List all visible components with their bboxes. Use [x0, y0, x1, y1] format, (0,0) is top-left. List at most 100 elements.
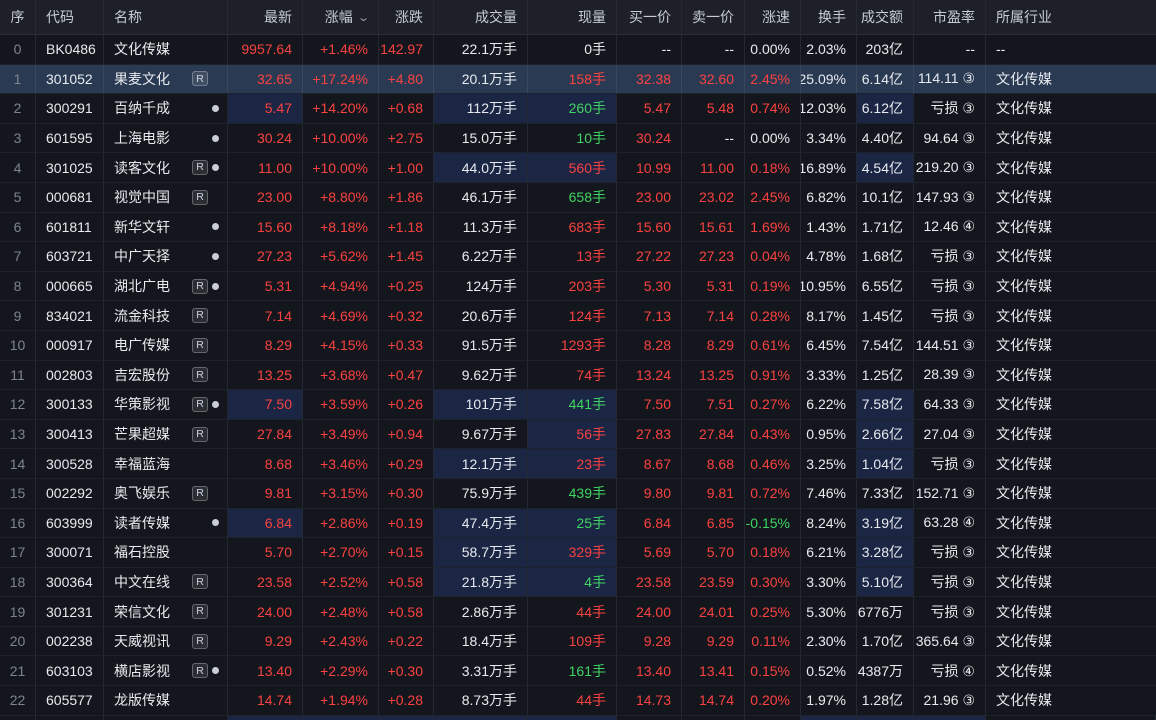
cell-value: 7.50: [644, 396, 671, 412]
cell-speed: -0.15%: [745, 509, 801, 538]
stock-row[interactable]: 3601595上海电影30.24+10.00%+2.7515.0万手10手30.…: [0, 124, 1156, 154]
column-header-name[interactable]: 名称: [104, 0, 228, 34]
cell-ind: 文化传媒: [986, 449, 1156, 478]
stock-row[interactable]: 2300291百纳千成5.47+14.20%+0.68112万手260手5.47…: [0, 94, 1156, 124]
cell-value: 1.70亿: [862, 631, 903, 651]
column-header-vol[interactable]: 成交量: [434, 0, 528, 34]
cell-pct: +4.15%: [303, 331, 379, 360]
stock-row[interactable]: 13300413芒果超媒R27.84+3.49%+0.949.67万手56手27…: [0, 420, 1156, 450]
cell-value: 0.25%: [750, 604, 790, 620]
cell-ask: --: [682, 124, 745, 153]
column-header-seq[interactable]: 序: [0, 0, 36, 34]
stock-row[interactable]: 22605577龙版传媒14.74+1.94%+0.288.73万手44手14.…: [0, 686, 1156, 716]
cell-value: 603721: [46, 248, 93, 264]
cell-ind: 文化传媒: [986, 568, 1156, 597]
column-header-speed[interactable]: 涨速: [745, 0, 801, 34]
stock-row[interactable]: 17300071福石控股5.70+2.70%+0.1558.7万手329手5.6…: [0, 538, 1156, 568]
cell-value: 0.04%: [750, 248, 790, 264]
cell-value: +4.94%: [320, 278, 368, 294]
cell-pct: +8.18%: [303, 213, 379, 242]
cell-value: 文化传媒: [996, 217, 1052, 237]
cell-amount: 1.68亿: [857, 242, 914, 271]
cell-latest: 23.00: [228, 183, 303, 212]
cell-code: 301025: [36, 153, 104, 182]
cell-value: 27.84: [699, 426, 734, 442]
column-header-code[interactable]: 代码: [36, 0, 104, 34]
cell-chg: +0.30: [379, 479, 434, 508]
stock-row[interactable]: 10000917电广传媒R8.29+4.15%+0.3391.5万手1293手8…: [0, 331, 1156, 361]
cell-value: +1.46%: [320, 41, 368, 57]
cell-value: 9.29: [265, 633, 292, 649]
stock-row[interactable]: 21603103横店影视R13.40+2.29%+0.303.31万手161手1…: [0, 656, 1156, 686]
cell-value: 300291: [46, 100, 93, 116]
cell-ind: 文化传媒: [986, 213, 1156, 242]
cell-value: 3.25%: [806, 456, 846, 472]
partial-cell-bid: [617, 716, 682, 720]
cell-value: 8.29: [707, 337, 734, 353]
cell-speed: 0.72%: [745, 479, 801, 508]
margin-trading-r-icon: R: [192, 190, 208, 205]
cell-code: 002238: [36, 627, 104, 656]
cell-pe: 亏损 ③: [914, 272, 986, 301]
stock-row[interactable]: 11002803吉宏股份R13.25+3.68%+0.479.62万手74手13…: [0, 361, 1156, 391]
stock-row[interactable]: 19301231荣信文化R24.00+2.48%+0.582.86万手44手24…: [0, 597, 1156, 627]
cell-value: 114.11 ③: [918, 70, 975, 87]
cell-value: +5.62%: [320, 248, 368, 264]
cell-name: 上海电影: [104, 124, 228, 153]
cell-chg: +1.86: [379, 183, 434, 212]
stock-row[interactable]: 7603721中广天择27.23+5.62%+1.456.22万手13手27.2…: [0, 242, 1156, 272]
column-header-bid[interactable]: 买一价: [617, 0, 682, 34]
column-header-ask[interactable]: 卖一价: [682, 0, 745, 34]
stock-row[interactable]: 18300364中文在线R23.58+2.52%+0.5821.8万手4手23.…: [0, 568, 1156, 598]
column-header-chg[interactable]: 涨跌: [379, 0, 434, 34]
stock-row[interactable]: 12300133华策影视R7.50+3.59%+0.26101万手441手7.5…: [0, 390, 1156, 420]
cell-value: 0.27%: [750, 396, 790, 412]
column-header-turn[interactable]: 换手: [801, 0, 857, 34]
cell-value: 文化传媒: [996, 158, 1052, 178]
cell-ask: 5.70: [682, 538, 745, 567]
column-header-amount[interactable]: 成交额: [857, 0, 914, 34]
cell-bid: 9.80: [617, 479, 682, 508]
cell-name: 新华文轩: [104, 213, 228, 242]
stock-row[interactable]: 8000665湖北广电R5.31+4.94%+0.25124万手203手5.30…: [0, 272, 1156, 302]
cell-value: 0.52%: [806, 663, 846, 679]
cell-code: 601595: [36, 124, 104, 153]
cell-value: 7.14: [707, 308, 734, 324]
cell-value: 0.95%: [806, 426, 846, 442]
cell-name: 福石控股: [104, 538, 228, 567]
column-header-label: 涨幅: [325, 7, 353, 27]
cell-ind: 文化传媒: [986, 538, 1156, 567]
cell-pct: +1.94%: [303, 686, 379, 715]
column-header-pe[interactable]: 市盈率: [914, 0, 986, 34]
cell-speed: 0.11%: [745, 627, 801, 656]
stock-row[interactable]: 9834021流金科技R7.14+4.69%+0.3220.6万手124手7.1…: [0, 301, 1156, 331]
column-header-label: 成交量: [475, 7, 517, 27]
cell-bid: 6.84: [617, 509, 682, 538]
cell-value: 4387万: [858, 661, 903, 681]
stock-row[interactable]: 5000681视觉中国R23.00+8.80%+1.8646.1万手658手23…: [0, 183, 1156, 213]
cell-pct: +3.49%: [303, 420, 379, 449]
stock-row[interactable]: 15002292奥飞娱乐R9.81+3.15%+0.3075.9万手439手9.…: [0, 479, 1156, 509]
cell-amount: 3.19亿: [857, 509, 914, 538]
status-dot-icon: [212, 519, 219, 526]
column-header-pct[interactable]: 涨幅⌄: [303, 0, 379, 34]
stock-row[interactable]: 1301052果麦文化R32.65+17.24%+4.8020.1万手158手3…: [0, 65, 1156, 95]
cell-value: 文化传媒: [996, 602, 1052, 622]
cell-value: 1.97%: [806, 692, 846, 708]
cell-vol: 101万手: [434, 390, 528, 419]
cell-seq: 17: [0, 538, 36, 567]
cell-name: 中广天择: [104, 242, 228, 271]
stock-row[interactable]: 4301025读客文化R11.00+10.00%+1.0044.0万手560手1…: [0, 153, 1156, 183]
cell-value: +0.32: [388, 308, 423, 324]
cell-seq: 0: [0, 35, 36, 64]
cell-value: 3.19亿: [862, 513, 903, 533]
column-header-cur[interactable]: 现量: [528, 0, 617, 34]
stock-row[interactable]: 0BK0486文化传媒9957.64+1.46%+142.9722.1万手0手-…: [0, 35, 1156, 65]
stock-row[interactable]: 6601811新华文轩15.60+8.18%+1.1811.3万手683手15.…: [0, 213, 1156, 243]
column-header-ind[interactable]: 所属行业: [986, 0, 1156, 34]
stock-name: 天威视讯: [114, 631, 191, 651]
column-header-latest[interactable]: 最新: [228, 0, 303, 34]
stock-row[interactable]: 20002238天威视讯R9.29+2.43%+0.2218.4万手109手9.…: [0, 627, 1156, 657]
stock-row[interactable]: 14300528幸福蓝海8.68+3.46%+0.2912.1万手23手8.67…: [0, 449, 1156, 479]
stock-row[interactable]: 16603999读者传媒6.84+2.86%+0.1947.4万手25手6.84…: [0, 509, 1156, 539]
